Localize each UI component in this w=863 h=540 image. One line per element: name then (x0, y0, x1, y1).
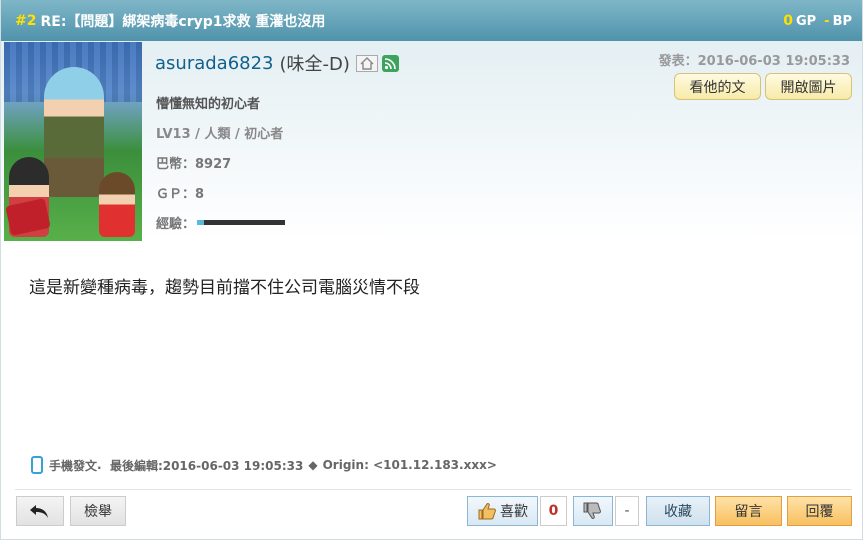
bp-value: - (824, 13, 830, 29)
comment-button[interactable]: 留言 (715, 496, 782, 526)
view-his-posts-button[interactable]: 看他的文 (674, 73, 761, 100)
post-header: #2 RE:【問題】綁架病毒cryp1求救 重灌也沒用 0 GP - BP (1, 0, 862, 41)
meta-diamond: ◆ (308, 458, 318, 472)
user-exp: 經驗： (156, 213, 286, 232)
floor-number[interactable]: #2 (15, 13, 36, 29)
meta-separator-dot: . (97, 458, 110, 472)
report-button[interactable]: 檢舉 (70, 496, 126, 526)
exp-bar (197, 220, 286, 225)
post-origin-ip: Origin: <101.12.183.xxx> (322, 458, 497, 472)
avatar-main-character (44, 67, 104, 197)
home-icon[interactable] (355, 54, 378, 72)
user-level: LV13 / 人類 / 初心者 (156, 127, 284, 142)
last-edited: 最後編輯:2016-06-03 19:05:33 (109, 458, 304, 473)
post-meta: 手機發文 . 最後編輯:2016-06-03 19:05:33 ◆ Origin… (31, 456, 497, 474)
like-button[interactable]: 喜歡 (467, 496, 538, 526)
avatar[interactable] (4, 42, 142, 241)
username-link[interactable]: asurada6823 (155, 53, 274, 74)
user-signature: 懵懂無知的初心者 (156, 97, 261, 112)
post-device: 手機發文 (49, 458, 98, 473)
dislike-button[interactable] (573, 496, 613, 526)
rss-icon[interactable] (381, 54, 399, 72)
post-title: RE:【問題】綁架病毒cryp1求救 重灌也沒用 (40, 13, 326, 30)
favorite-button[interactable]: 收藏 (646, 496, 710, 526)
user-gp: ＧＰ：8 (156, 187, 205, 202)
reply-button[interactable]: 回覆 (787, 496, 852, 526)
like-count: 0 (540, 496, 567, 526)
user-coins: 巴幣：8927 (156, 157, 232, 172)
dislike-count: - (615, 496, 639, 526)
forum-post: #2 RE:【問題】綁架病毒cryp1求救 重灌也沒用 0 GP - BP as… (0, 0, 863, 540)
thumbs-up-icon (478, 503, 496, 520)
author-profile (1, 41, 862, 241)
open-images-button[interactable]: 開啟圖片 (765, 73, 852, 100)
divider (15, 489, 851, 490)
author-name-row: asurada6823 (味全-D) (155, 50, 399, 76)
like-label: 喜歡 (500, 504, 528, 520)
exp-bar-fill (197, 220, 205, 225)
bp-label: BP (832, 13, 852, 29)
gp-bp-counter: 0 GP - BP (783, 13, 852, 29)
user-nickname: (味全-D) (279, 54, 350, 75)
post-time: 發表：2016-06-03 19:05:33 (658, 54, 850, 69)
avatar-side-character (99, 172, 135, 237)
post-body: 這是新變種病毒，趨勢目前擋不住公司電腦災情不段 (29, 278, 420, 298)
thumbs-down-icon (583, 502, 601, 519)
gp-label: GP (795, 13, 817, 29)
gp-value: 0 (783, 12, 793, 29)
mobile-phone-icon (31, 456, 43, 474)
exp-label: 經驗： (156, 217, 196, 232)
undo-arrow-icon (29, 505, 48, 518)
back-button[interactable] (16, 496, 64, 526)
